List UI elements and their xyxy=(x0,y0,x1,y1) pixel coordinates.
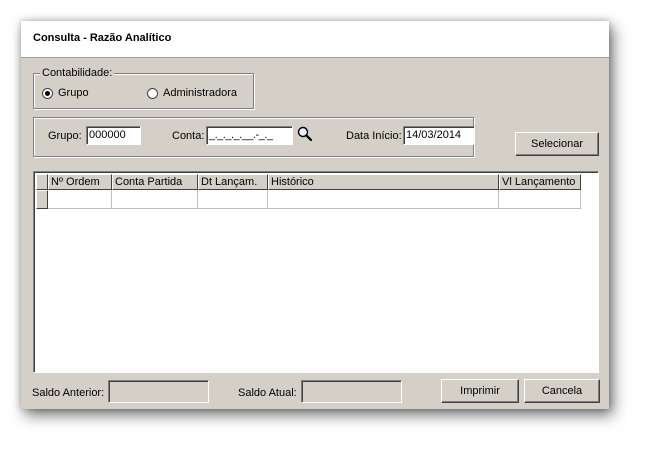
table-row[interactable] xyxy=(36,190,581,209)
radio-administradora-label: Administradora xyxy=(163,87,237,99)
column-header-historico[interactable]: Histórico xyxy=(268,174,499,190)
filter-panel: Grupo: 000000 Conta: _._._._.__.-_._ Dat… xyxy=(33,117,475,157)
radio-grupo-label: Grupo xyxy=(58,87,89,99)
cell-dt-lancam[interactable] xyxy=(198,190,268,209)
data-inicio-label: Data Início: xyxy=(346,130,402,142)
radio-unselected-icon[interactable] xyxy=(147,87,158,99)
window-title: Consulta - Razão Analítico xyxy=(33,32,172,44)
saldo-atual-field xyxy=(301,380,402,403)
cell-vl-lancamento[interactable] xyxy=(499,190,581,209)
contabilidade-legend: Contabilidade: xyxy=(40,67,115,79)
grupo-input[interactable]: 000000 xyxy=(86,126,141,145)
column-header-vl-lancamento[interactable]: Vl Lançamento xyxy=(499,174,581,190)
column-header-conta-partida[interactable]: Conta Partida xyxy=(112,174,198,190)
cancela-button[interactable]: Cancela xyxy=(524,379,600,403)
contabilidade-group: Contabilidade: Grupo Administradora xyxy=(33,67,254,109)
lancamentos-grid[interactable]: Nº Ordem Conta Partida Dt Lançam. Histór… xyxy=(33,171,599,373)
radio-administradora[interactable]: Administradora xyxy=(147,87,237,99)
imprimir-button[interactable]: Imprimir xyxy=(441,379,519,403)
radio-selected-icon[interactable] xyxy=(42,87,53,99)
cell-historico[interactable] xyxy=(268,190,499,209)
consulta-razao-window: Consulta - Razão Analítico Contabilidade… xyxy=(21,21,609,409)
cell-conta-partida[interactable] xyxy=(112,190,198,209)
conta-input[interactable]: _._._._.__.-_._ xyxy=(206,126,293,145)
saldo-anterior-label: Saldo Anterior: xyxy=(32,387,105,399)
cell-nr-ordem[interactable] xyxy=(48,190,112,209)
row-indicator[interactable] xyxy=(36,190,48,209)
grid-header: Nº Ordem Conta Partida Dt Lançam. Histór… xyxy=(36,174,581,190)
column-header-dt-lancam[interactable]: Dt Lançam. xyxy=(198,174,268,190)
grid-corner xyxy=(36,174,48,190)
conta-label: Conta: xyxy=(172,130,205,142)
column-header-nr-ordem[interactable]: Nº Ordem xyxy=(48,174,112,190)
data-inicio-input[interactable]: 14/03/2014 xyxy=(403,126,475,145)
radio-grupo[interactable]: Grupo xyxy=(42,87,89,99)
grupo-label: Grupo: xyxy=(48,130,82,142)
selecionar-button[interactable]: Selecionar xyxy=(515,132,599,156)
magnifier-icon[interactable] xyxy=(297,126,313,142)
saldo-atual-label: Saldo Atual: xyxy=(238,387,297,399)
saldo-anterior-field xyxy=(108,380,209,403)
title-bar: Consulta - Razão Analítico xyxy=(21,21,609,58)
